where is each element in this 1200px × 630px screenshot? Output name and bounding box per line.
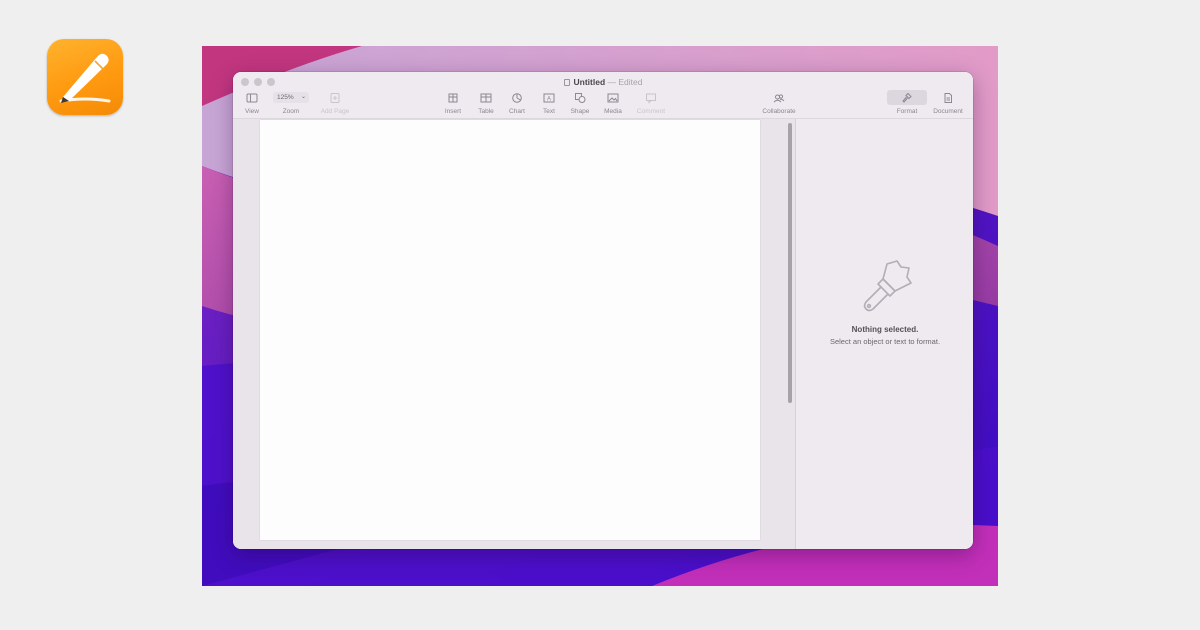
document-title: Untitled (573, 77, 606, 87)
vertical-scrollbar[interactable] (788, 120, 793, 546)
comment-icon (644, 92, 658, 104)
shape-label: Shape (570, 108, 590, 115)
view-label: View (245, 108, 259, 115)
shape-button[interactable]: Shape (568, 92, 592, 115)
media-label: Media (604, 108, 622, 115)
photo-icon (606, 92, 620, 104)
document-button[interactable]: Document (929, 92, 967, 115)
document-icon (563, 79, 570, 86)
chart-button[interactable]: Chart (505, 92, 529, 115)
format-label: Format (896, 108, 918, 115)
window-title: Untitled — Edited (233, 76, 973, 88)
text-label: Text (543, 108, 555, 115)
format-button[interactable]: Format (893, 92, 921, 115)
media-button[interactable]: Media (601, 92, 625, 115)
document-label: Document (933, 108, 963, 115)
comment-label: Comment (636, 108, 666, 115)
table-label: Table (478, 108, 494, 115)
document-canvas[interactable] (233, 119, 795, 549)
zoom-popup[interactable]: 125% ⌄ (273, 92, 309, 103)
insert-button[interactable]: Insert (441, 92, 465, 115)
text-box-icon: A (542, 92, 556, 104)
collaborate-icon (772, 92, 786, 104)
chart-label: Chart (509, 108, 525, 115)
zoom-label: Zoom (282, 108, 300, 115)
nothing-selected-hint: Select an object or text to format. (829, 337, 941, 346)
text-button[interactable]: A Text (537, 92, 561, 115)
table-button[interactable]: Table (474, 92, 498, 115)
collaborate-button[interactable]: Collaborate (758, 92, 800, 115)
scroll-thumb[interactable] (788, 123, 792, 403)
format-inspector: Nothing selected. Select an object or te… (795, 119, 973, 549)
collaborate-label: Collaborate (762, 108, 796, 115)
view-button[interactable]: View (242, 92, 262, 115)
add-page-label: Add Page (320, 108, 350, 115)
document-page[interactable] (260, 120, 760, 540)
pen-icon (59, 53, 111, 103)
comment-button[interactable]: Comment (633, 92, 669, 115)
add-page-button[interactable]: Add Page (317, 92, 353, 115)
edited-status: — Edited (607, 77, 643, 87)
insert-icon (446, 92, 460, 104)
shape-icon (573, 92, 587, 104)
svg-text:A: A (547, 97, 551, 103)
paintbrush-icon (863, 260, 912, 312)
pages-app-icon (47, 39, 123, 115)
table-icon (479, 92, 493, 104)
pages-window: Untitled — Edited View 125% ⌄ Zoom Add P… (233, 72, 973, 549)
toolbar: Untitled — Edited View 125% ⌄ Zoom Add P… (233, 72, 973, 119)
nothing-selected-title: Nothing selected. (851, 325, 919, 334)
zoom-value: 125% (277, 94, 294, 101)
chevron-down-icon: ⌄ (300, 94, 306, 100)
insert-label: Insert (444, 108, 462, 115)
paintbrush-icon (900, 92, 914, 104)
add-page-icon (328, 92, 342, 104)
chart-pie-icon (510, 92, 524, 104)
document-page-icon (941, 92, 955, 104)
sidebar-icon (245, 92, 259, 104)
